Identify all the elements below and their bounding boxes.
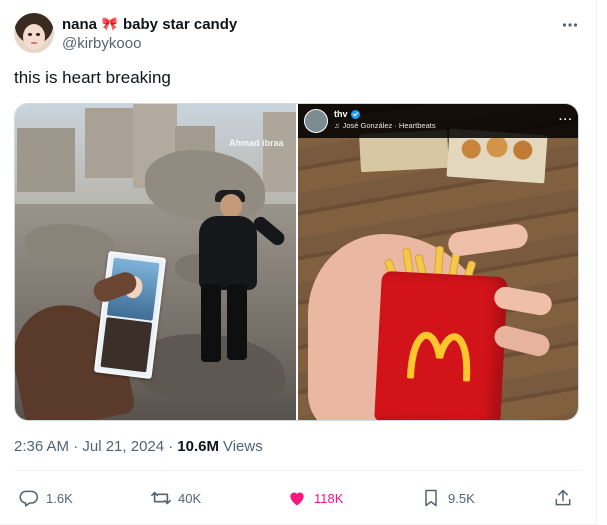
action-bar: 1.6K 40K 118K 9.5K [14, 482, 582, 512]
verified-badge-icon [350, 109, 360, 119]
views-label: Views [222, 438, 263, 455]
media-photo-rubble[interactable]: Ahmad ibraa [15, 104, 296, 420]
author-display-name: nana [62, 15, 98, 33]
bookmark-icon [420, 487, 442, 509]
embedded-avatar [304, 109, 328, 133]
bow-emoji: 🎀 [101, 16, 119, 31]
embedded-song: José González · Heartbeats [342, 121, 436, 130]
fry-box [374, 270, 508, 420]
tweet-card: nana 🎀 baby star candy @kirbykooo this i… [0, 0, 597, 525]
bookmark-count: 9.5K [448, 490, 475, 506]
music-note-icon: ♫ [334, 121, 340, 130]
like-count: 118K [314, 490, 344, 506]
media-grid: Ahmad ibraa thv ♫ José González · Heartb… [14, 103, 579, 421]
embedded-account-name: thv [334, 109, 348, 119]
bookmark-button[interactable]: 9.5K [420, 486, 475, 510]
repost-icon [150, 487, 172, 509]
author-name-row[interactable]: nana 🎀 baby star candy [62, 14, 237, 34]
media-photo-fries[interactable]: thv ♫ José González · Heartbeats ··· [298, 104, 578, 420]
heart-icon [286, 487, 308, 509]
video-watermark: Ahmad ibraa [229, 138, 284, 148]
share-icon [552, 487, 574, 509]
tweet-timestamp[interactable]: 2:36 AM · Jul 21, 2024 · [14, 438, 173, 455]
tweet-meta: 2:36 AM · Jul 21, 2024 · 10.6M Views [14, 438, 263, 455]
views-count: 10.6M [177, 438, 219, 455]
reply-icon [18, 487, 40, 509]
embedded-video-header: thv ♫ José González · Heartbeats ··· [298, 104, 578, 138]
reply-button[interactable]: 1.6K [18, 486, 73, 510]
golden-arches-logo [407, 331, 471, 382]
avatar[interactable] [14, 13, 54, 53]
divider [14, 470, 582, 471]
embedded-more-icon: ··· [559, 114, 573, 126]
repost-button[interactable]: 40K [150, 486, 201, 510]
tweet-text: this is heart breaking [14, 68, 171, 87]
more-options-icon[interactable] [560, 15, 580, 35]
share-button[interactable] [552, 486, 574, 510]
author-name-suffix: baby star candy [123, 15, 238, 33]
author-handle[interactable]: @kirbykooo [62, 35, 141, 52]
repost-count: 40K [178, 490, 202, 506]
like-button[interactable]: 118K [286, 486, 343, 510]
reply-count: 1.6K [46, 490, 73, 506]
